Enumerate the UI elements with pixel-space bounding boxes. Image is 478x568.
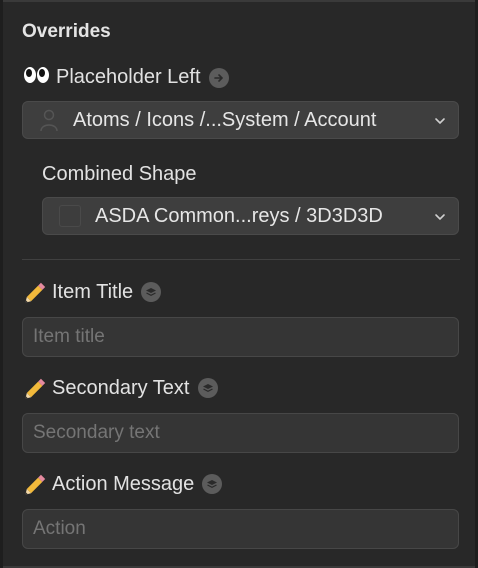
layers-icon[interactable] <box>197 378 218 398</box>
item-title-label: Item Title <box>52 280 134 303</box>
combined-shape-select-value: ASDA Common...reys / 3D3D3D <box>95 204 383 227</box>
chevron-down-icon <box>434 114 446 132</box>
placeholder-left-select-value: Atoms / Icons /...System / Account <box>73 108 377 131</box>
action-message-row: Action Message <box>22 470 223 498</box>
panel-edge-top <box>3 0 475 2</box>
placeholder-left-select[interactable]: Atoms / Icons /...System / Account <box>22 101 459 139</box>
secondary-text-input[interactable] <box>22 413 459 453</box>
section-divider <box>22 259 460 260</box>
person-icon <box>37 107 61 133</box>
layers-icon[interactable] <box>141 282 162 302</box>
secondary-text-label: Secondary Text <box>52 376 190 399</box>
pencil-emoji-icon <box>22 470 52 498</box>
chevron-down-icon <box>434 210 446 228</box>
combined-shape-select[interactable]: ASDA Common...reys / 3D3D3D <box>42 197 459 235</box>
action-message-label: Action Message <box>52 472 195 495</box>
placeholder-left-label: Placeholder Left <box>56 66 201 88</box>
secondary-text-row: Secondary Text <box>22 374 218 402</box>
item-title-input[interactable] <box>22 317 459 357</box>
color-swatch <box>59 205 81 227</box>
eyes-emoji-icon <box>22 64 56 91</box>
item-title-row: Item Title <box>22 278 162 306</box>
layers-icon[interactable] <box>202 474 223 494</box>
pencil-emoji-icon <box>22 374 52 402</box>
action-message-input[interactable] <box>22 509 459 549</box>
panel-edge-left <box>0 0 3 568</box>
placeholder-left-row: Placeholder Left <box>22 64 229 91</box>
pencil-emoji-icon <box>22 278 52 306</box>
section-title-overrides: Overrides <box>22 21 111 42</box>
arrow-right-circle-icon[interactable] <box>208 67 229 88</box>
combined-shape-label: Combined Shape <box>42 163 197 185</box>
